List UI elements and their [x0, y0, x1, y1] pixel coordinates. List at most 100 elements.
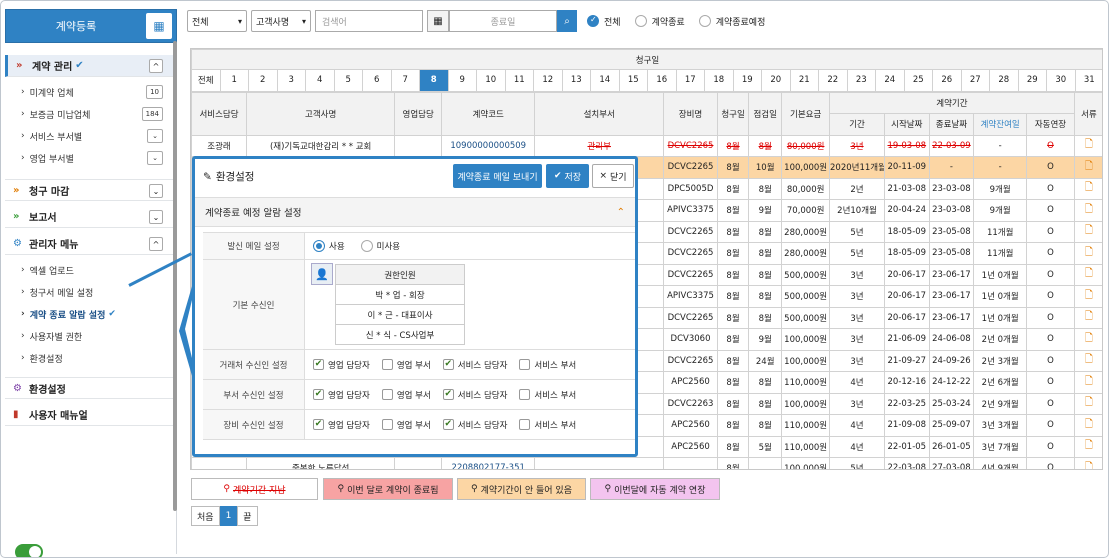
day-16[interactable]: 16 [647, 69, 677, 92]
contract-register-button[interactable]: 계약등록 ▦ [5, 9, 177, 43]
document-icon[interactable]: 🗋 [1073, 349, 1102, 372]
checkbox[interactable]: 서비스 부서 [519, 389, 576, 401]
end-date-input[interactable]: 종료일 [449, 10, 557, 32]
sidebar-item-deposit-unpaid[interactable]: › 보증금 미납업체 184 [5, 104, 175, 124]
document-icon[interactable]: 🗋 [1073, 414, 1102, 437]
grid-icon[interactable]: ▦ [146, 13, 172, 39]
radio-contract-ending[interactable]: 계약종료예정 [698, 15, 765, 28]
day-25[interactable]: 25 [903, 69, 933, 92]
day-29[interactable]: 29 [1017, 69, 1047, 92]
close-button[interactable]: × 닫기 [592, 164, 634, 188]
sidebar-scrollbar[interactable] [173, 41, 177, 511]
page-last[interactable]: 끝 [237, 506, 258, 526]
day-2[interactable]: 2 [248, 69, 278, 92]
document-icon[interactable]: 🗋 [1073, 457, 1102, 469]
day-17[interactable]: 17 [675, 69, 705, 92]
day-21[interactable]: 21 [789, 69, 819, 92]
table-row[interactable]: 조광래 (재)기독교대한감리 * * 교회 10900000000509 관리부 DCV… [191, 134, 1102, 157]
recipient-item[interactable]: 이 * 근 - 대표이사 [335, 304, 465, 325]
checkbox[interactable]: 서비스 부서 [519, 359, 576, 371]
day-6[interactable]: 6 [362, 69, 392, 92]
checkbox[interactable]: 영업 부서 [381, 419, 431, 431]
document-icon[interactable]: 🗋 [1073, 392, 1102, 415]
table-row[interactable]: 중복한 노루답선 2208802177-351 8월 100,000원 5년 22-03-… [191, 457, 1102, 469]
day-7[interactable]: 7 [390, 69, 420, 92]
filter-select[interactable]: 전체 ▾ [187, 10, 247, 32]
document-icon[interactable]: 🗋 [1073, 371, 1102, 394]
radio-all[interactable]: 전체 [587, 15, 621, 28]
sidebar-item-user-permission[interactable]: › 사용자별 권한 [5, 326, 175, 346]
document-icon[interactable]: 🗋 [1073, 242, 1102, 265]
calendar-icon[interactable]: ▦ [427, 10, 449, 32]
sidebar-item-settings[interactable]: › 환경설정 [5, 348, 175, 368]
checkbox[interactable]: ✔ 서비스 담당자 [442, 419, 507, 431]
checkbox[interactable]: ✔ 영업 담당자 [313, 419, 370, 431]
page-first[interactable]: 처음 [191, 506, 220, 526]
menu-user-manual[interactable]: ▮ 사용자 매뉴얼 [5, 404, 175, 426]
day-3[interactable]: 3 [276, 69, 306, 92]
send-end-mail-button[interactable]: 계약종료 메일 보내기 [453, 164, 542, 188]
expand-button[interactable]: ⌄ [147, 151, 163, 165]
day-9[interactable]: 9 [447, 69, 477, 92]
day-all[interactable]: 전체 [191, 69, 221, 92]
day-1[interactable]: 1 [219, 69, 249, 92]
expand-button[interactable]: ⌄ [147, 129, 163, 143]
document-icon[interactable]: 🗋 [1073, 263, 1102, 286]
day-12[interactable]: 12 [533, 69, 563, 92]
day-28[interactable]: 28 [989, 69, 1019, 92]
sidebar-item-uncontracted[interactable]: › 미계약 업체 10 [5, 82, 175, 102]
section-header[interactable]: 계약종료 예정 알람 설정 ⌃ [195, 197, 635, 227]
checkbox[interactable]: ✔ 영업 담당자 [313, 389, 370, 401]
collapse-button[interactable]: ^ [149, 237, 163, 251]
menu-admin[interactable]: ⚙ 관리자 메뉴 ^ [5, 233, 175, 255]
day-4[interactable]: 4 [305, 69, 335, 92]
day-15[interactable]: 15 [618, 69, 648, 92]
day-26[interactable]: 26 [932, 69, 962, 92]
document-icon[interactable]: 🗋 [1073, 220, 1102, 243]
search-button[interactable]: ⌕ [557, 10, 577, 32]
radio-use[interactable]: 사용 [313, 240, 345, 252]
day-8[interactable]: 8 [419, 69, 449, 92]
day-24[interactable]: 24 [875, 69, 905, 92]
day-30[interactable]: 30 [1046, 69, 1076, 92]
day-27[interactable]: 27 [960, 69, 990, 92]
document-icon[interactable]: 🗋 [1073, 285, 1102, 308]
add-user-button[interactable]: 👤 [311, 263, 333, 285]
menu-settings[interactable]: ⚙ 환경설정 [5, 377, 175, 399]
document-icon[interactable]: 🗋 [1073, 306, 1102, 329]
menu-billing-close[interactable]: » 청구 마감 ⌄ [5, 179, 175, 201]
document-icon[interactable]: 🗋 [1073, 435, 1102, 458]
day-11[interactable]: 11 [504, 69, 534, 92]
save-button[interactable]: ✔ 저장 [546, 164, 589, 188]
day-10[interactable]: 10 [476, 69, 506, 92]
day-5[interactable]: 5 [333, 69, 363, 92]
document-icon[interactable]: 🗋 [1073, 177, 1102, 200]
sidebar-item-invoice-mail[interactable]: › 청구서 메일 설정 [5, 282, 175, 302]
checkbox[interactable]: 영업 부서 [381, 389, 431, 401]
menu-report[interactable]: » 보고서 ⌄ [5, 206, 175, 228]
document-icon[interactable]: 🗋 [1073, 199, 1102, 222]
sidebar-item-excel-upload[interactable]: › 엑셀 업로드 [5, 260, 175, 280]
page-current[interactable]: 1 [219, 506, 238, 526]
day-13[interactable]: 13 [561, 69, 591, 92]
checkbox[interactable]: 영업 부서 [381, 359, 431, 371]
checkbox[interactable]: 서비스 부서 [519, 419, 576, 431]
day-23[interactable]: 23 [846, 69, 876, 92]
expand-button[interactable]: ⌄ [149, 210, 163, 224]
day-22[interactable]: 22 [818, 69, 848, 92]
recipient-item[interactable]: 신 * 식 - CS사업부 [335, 324, 465, 345]
field-select[interactable]: 고객사명 ▾ [251, 10, 311, 32]
toggle-switch[interactable] [15, 544, 43, 557]
collapse-button[interactable]: ^ [149, 59, 163, 73]
day-20[interactable]: 20 [761, 69, 791, 92]
day-18[interactable]: 18 [704, 69, 734, 92]
checkbox[interactable]: ✔ 서비스 담당자 [442, 359, 507, 371]
sidebar-item-sales-dept[interactable]: › 영업 부서별 ⌄ [5, 148, 175, 168]
radio-not-use[interactable]: 미사용 [360, 240, 400, 252]
menu-contract-management[interactable]: » 계약 관리 ✔ ^ [5, 55, 175, 77]
day-14[interactable]: 14 [590, 69, 620, 92]
document-icon[interactable]: 🗋 [1073, 134, 1102, 157]
sidebar-item-contract-end-alarm[interactable]: › 계약 종료 알람 설정 ✔ [5, 304, 175, 324]
expand-button[interactable]: ⌄ [149, 184, 163, 198]
sidebar-item-service-dept[interactable]: › 서비스 부서별 ⌄ [5, 126, 175, 146]
